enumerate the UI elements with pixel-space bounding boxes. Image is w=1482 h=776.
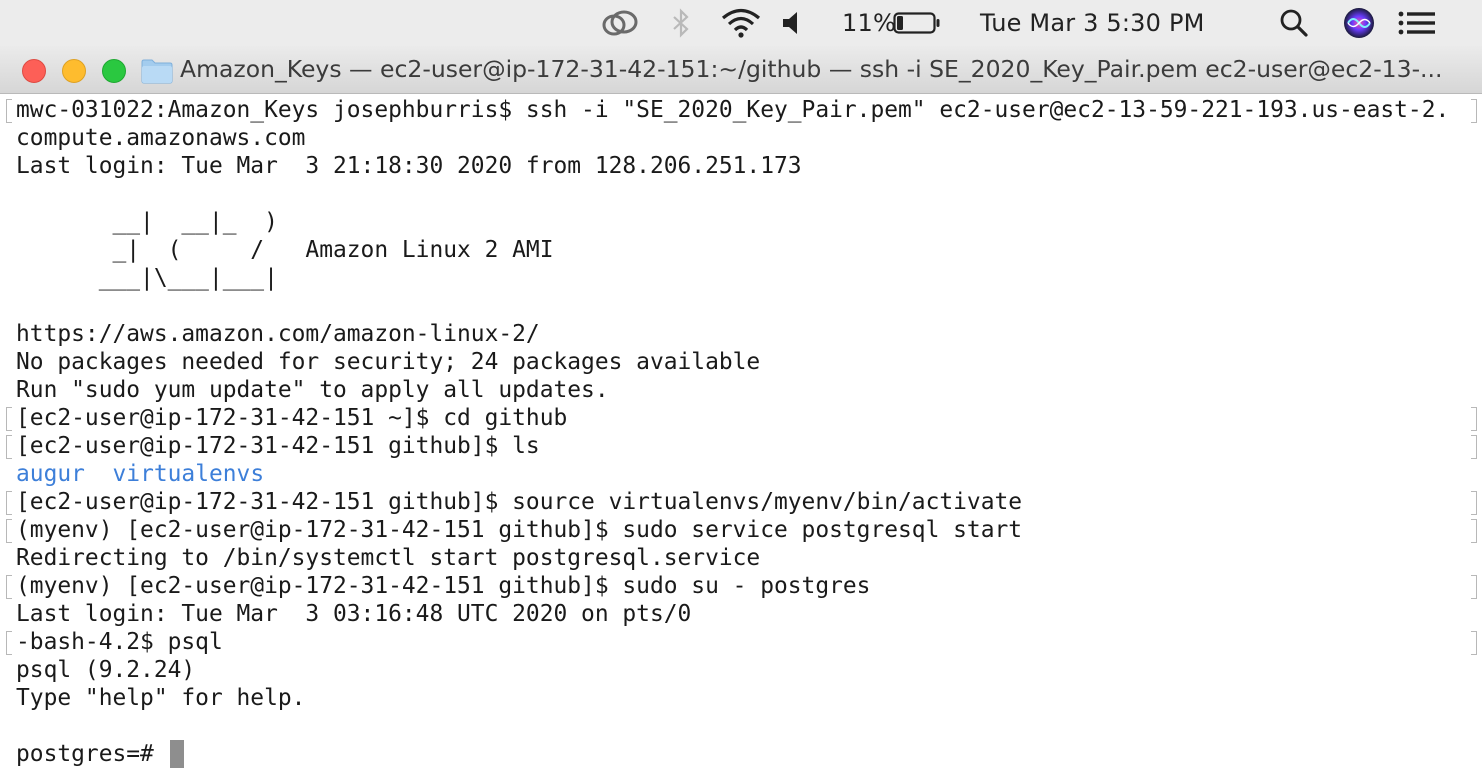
terminal-line: (myenv) [ec2-user@ip-172-31-42-151 githu… bbox=[16, 573, 871, 599]
terminal-line: -bash-4.2$ psql bbox=[16, 629, 223, 655]
ascii-banner-line: ___|\___|___| bbox=[16, 265, 278, 291]
line-marker bbox=[6, 575, 12, 599]
line-marker bbox=[6, 631, 12, 655]
notification-center-icon[interactable] bbox=[1398, 0, 1436, 46]
ascii-banner-line: _| ( / Amazon Linux 2 AMI bbox=[16, 237, 554, 263]
line-marker bbox=[6, 407, 12, 431]
minimize-window-button[interactable] bbox=[62, 59, 86, 83]
terminal-line: (myenv) [ec2-user@ip-172-31-42-151 githu… bbox=[16, 517, 1023, 543]
terminal-line: https://aws.amazon.com/amazon-linux-2/ bbox=[16, 321, 540, 347]
ascii-banner-line: __| __|_ ) bbox=[16, 209, 278, 235]
terminal-output[interactable]: mwc-031022:Amazon_Keys josephburris$ ssh… bbox=[0, 95, 1482, 776]
terminal-line: [ec2-user@ip-172-31-42-151 ~]$ cd github bbox=[16, 405, 568, 431]
line-marker bbox=[6, 99, 12, 123]
creative-cloud-icon[interactable] bbox=[600, 0, 640, 46]
terminal-line: compute.amazonaws.com bbox=[16, 125, 306, 151]
folder-icon bbox=[141, 58, 173, 89]
line-marker bbox=[6, 435, 12, 459]
terminal-line: Last login: Tue Mar 3 21:18:30 2020 from… bbox=[16, 153, 802, 179]
window-title-bar[interactable]: Amazon_Keys — ec2-user@ip-172-31-42-151:… bbox=[0, 46, 1482, 94]
bluetooth-icon[interactable] bbox=[670, 0, 692, 46]
wifi-icon[interactable] bbox=[720, 0, 762, 46]
line-marker bbox=[6, 519, 12, 543]
directory-entry: virtualenvs bbox=[112, 461, 265, 487]
ls-output-line: augur virtualenvs bbox=[16, 460, 1476, 488]
battery-icon[interactable] bbox=[893, 0, 941, 46]
menu-bar-clock[interactable]: Tue Mar 3 5:30 PM bbox=[980, 0, 1205, 46]
close-window-button[interactable] bbox=[22, 59, 46, 83]
directory-entry: augur bbox=[16, 461, 85, 487]
terminal-line: Run "sudo yum update" to apply all updat… bbox=[16, 377, 609, 403]
line-marker bbox=[6, 491, 12, 515]
terminal-line: mwc-031022:Amazon_Keys josephburris$ ssh… bbox=[16, 97, 1450, 123]
terminal-line: psql (9.2.24) bbox=[16, 657, 196, 683]
spotlight-search-icon[interactable] bbox=[1279, 0, 1309, 46]
window-title: Amazon_Keys — ec2-user@ip-172-31-42-151:… bbox=[180, 55, 1443, 83]
terminal-line: Redirecting to /bin/systemctl start post… bbox=[16, 545, 761, 571]
siri-icon[interactable] bbox=[1343, 0, 1375, 46]
battery-percentage[interactable]: 11% bbox=[842, 0, 896, 46]
terminal-line: [ec2-user@ip-172-31-42-151 github]$ ls bbox=[16, 433, 540, 459]
text-cursor bbox=[170, 740, 184, 768]
menu-bar: 11% Tue Mar 3 5:30 PM bbox=[0, 0, 1482, 46]
terminal-line: Last login: Tue Mar 3 03:16:48 UTC 2020 … bbox=[16, 601, 692, 627]
terminal-line: Type "help" for help. bbox=[16, 685, 306, 711]
terminal-line: No packages needed for security; 24 pack… bbox=[16, 349, 761, 375]
psql-prompt[interactable]: postgres=# bbox=[16, 740, 1476, 768]
zoom-window-button[interactable] bbox=[102, 59, 126, 83]
volume-icon[interactable] bbox=[780, 0, 804, 46]
terminal-line: [ec2-user@ip-172-31-42-151 github]$ sour… bbox=[16, 489, 1023, 515]
